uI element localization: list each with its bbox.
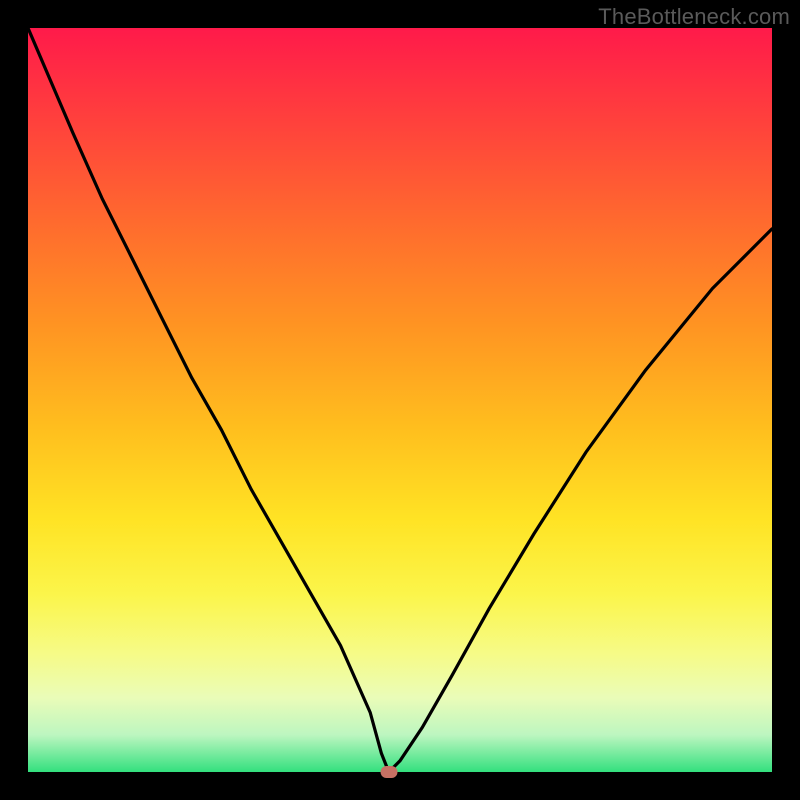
optimal-marker [380,766,397,778]
curve-path [28,28,772,772]
watermark-text: TheBottleneck.com [598,4,790,30]
bottleneck-curve [28,28,772,772]
chart-frame: TheBottleneck.com [0,0,800,800]
plot-area [28,28,772,772]
